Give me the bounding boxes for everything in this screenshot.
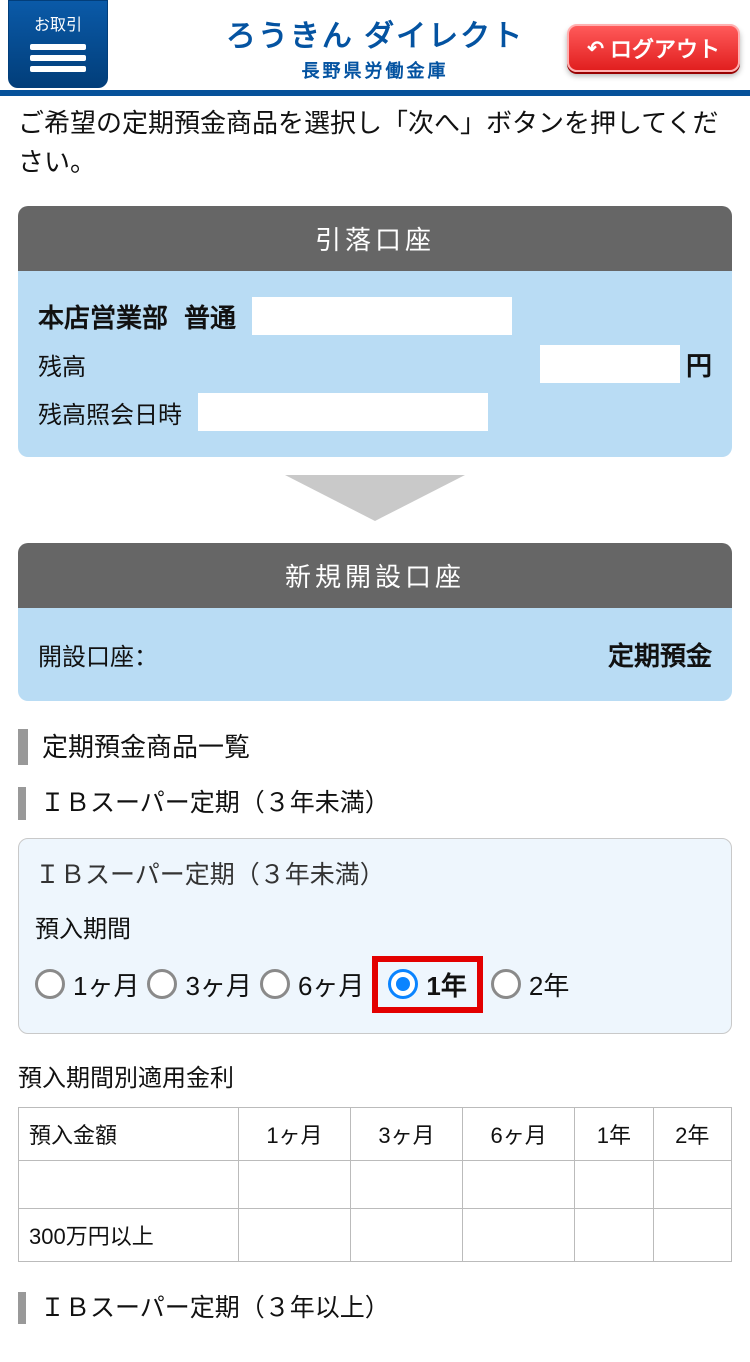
cell — [350, 1208, 462, 1261]
option-label: 2年 — [529, 966, 569, 1003]
undo-icon: ↶ — [587, 36, 604, 61]
th-3m: 3ヶ月 — [350, 1107, 462, 1160]
cell — [350, 1160, 462, 1208]
th-amount: 預入金額 — [19, 1107, 239, 1160]
cell — [19, 1160, 239, 1208]
radio-icon — [491, 969, 521, 999]
arrow-down-icon — [285, 475, 465, 521]
cell — [463, 1160, 575, 1208]
period-option-2y[interactable]: 2年 — [491, 966, 569, 1003]
inquiry-time-label: 残高照会日時 — [38, 395, 182, 430]
cell — [463, 1208, 575, 1261]
th-6m: 6ヶ月 — [463, 1107, 575, 1160]
newacc-card-title: 新規開設口座 — [18, 543, 732, 608]
table-row — [19, 1160, 732, 1208]
option-label: 3ヶ月 — [185, 966, 251, 1003]
logout-button[interactable]: ↶ ログアウト — [567, 24, 740, 72]
th-1y: 1年 — [575, 1107, 653, 1160]
hamburger-icon — [30, 39, 86, 77]
debit-card-title: 引落口座 — [18, 206, 732, 271]
table-header-row: 預入金額 1ヶ月 3ヶ月 6ヶ月 1年 2年 — [19, 1107, 732, 1160]
option-label: 1ヶ月 — [73, 966, 139, 1003]
app-header: お取引 ろうきん ダイレクト 長野県労働金庫 ↶ ログアウト — [0, 0, 750, 96]
balance-label: 残高 — [38, 347, 86, 382]
th-2y: 2年 — [653, 1107, 731, 1160]
th-1m: 1ヶ月 — [238, 1107, 350, 1160]
logout-label: ログアウト — [610, 32, 720, 64]
period-option-6m[interactable]: 6ヶ月 — [260, 966, 364, 1003]
cell — [653, 1208, 731, 1261]
cell — [653, 1160, 731, 1208]
account-type: 普通 — [184, 298, 236, 335]
rate-table-caption: 預入期間別適用金利 — [18, 1058, 732, 1093]
radio-icon — [147, 969, 177, 999]
period-option-1m[interactable]: 1ヶ月 — [35, 966, 139, 1003]
newacc-label: 開設口座： — [38, 637, 158, 672]
page-instruction: ご希望の定期預金商品を選択し「次へ」ボタンを押してください。 — [18, 96, 732, 206]
period-label: 預入期間 — [35, 909, 715, 944]
newacc-value: 定期預金 — [608, 636, 712, 673]
cell — [575, 1160, 653, 1208]
table-row: 300万円以上 — [19, 1208, 732, 1261]
branch-name: 本店営業部 — [38, 298, 168, 335]
highlighted-option: 1年 — [372, 956, 482, 1013]
menu-label: お取引 — [34, 11, 82, 35]
balance-unit: 円 — [686, 346, 712, 383]
radio-icon-selected — [388, 969, 418, 999]
period-options: 1ヶ月 3ヶ月 6ヶ月 1年 2年 — [35, 956, 715, 1013]
cell — [238, 1160, 350, 1208]
product-group-title-1: ＩＢスーパー定期（３年未満） — [18, 787, 732, 820]
radio-icon — [35, 969, 65, 999]
option-label: 6ヶ月 — [298, 966, 364, 1003]
option-label: 1年 — [426, 966, 466, 1003]
radio-icon — [260, 969, 290, 999]
account-number-field — [252, 297, 512, 335]
product-group-title-2: ＩＢスーパー定期（３年以上） — [18, 1292, 732, 1325]
period-option-1y[interactable]: 1年 — [388, 966, 466, 1003]
cell — [575, 1208, 653, 1261]
balance-field — [540, 345, 680, 383]
inquiry-time-field — [198, 393, 488, 431]
product-card: ＩＢスーパー定期（３年未満） 預入期間 1ヶ月 3ヶ月 6ヶ月 1年 — [18, 838, 732, 1034]
debit-account-card: 引落口座 本店営業部 普通 残高 円 残高照会日時 — [18, 206, 732, 457]
new-account-card: 新規開設口座 開設口座： 定期預金 — [18, 543, 732, 701]
rate-table: 預入金額 1ヶ月 3ヶ月 6ヶ月 1年 2年 300万円以上 — [18, 1107, 732, 1262]
period-option-3m[interactable]: 3ヶ月 — [147, 966, 251, 1003]
cell: 300万円以上 — [19, 1208, 239, 1261]
product-list-title: 定期預金商品一覧 — [18, 729, 732, 765]
menu-button[interactable]: お取引 — [8, 0, 108, 88]
cell — [238, 1208, 350, 1261]
product-name: ＩＢスーパー定期（３年未満） — [35, 855, 715, 891]
